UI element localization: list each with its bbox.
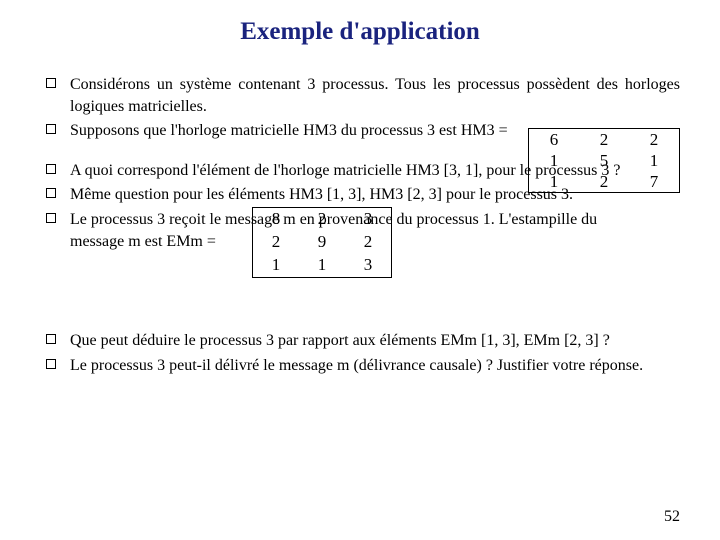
matrix-cell: 6 — [529, 129, 580, 151]
page-title: Exemple d'application — [40, 18, 680, 46]
square-bullet-icon — [46, 359, 56, 369]
square-bullet-icon — [46, 188, 56, 198]
bullet-block-3: Que peut déduire le processus 3 par rapp… — [40, 330, 680, 376]
list-item: Que peut déduire le processus 3 par rapp… — [40, 330, 680, 352]
page-number: 52 — [664, 508, 680, 526]
matrix-cell: 9 — [299, 231, 345, 254]
list-item: Le processus 3 reçoit le message m en pr… — [40, 209, 680, 304]
matrix-cell: 2 — [345, 231, 392, 254]
square-bullet-icon — [46, 213, 56, 223]
matrix-cell: 8 — [253, 207, 300, 230]
bullet-text: Supposons que l'horloge matricielle HM3 … — [70, 122, 508, 139]
matrix-cell: 2 — [299, 207, 345, 230]
matrix-cell: 1 — [253, 254, 300, 277]
bullet-text: message m est EMm = — [70, 233, 216, 250]
matrix-cell: 2 — [629, 129, 680, 151]
list-item: A quoi correspond l'élément de l'horloge… — [40, 160, 680, 182]
bullet-text: A quoi correspond l'élément de l'horloge… — [70, 162, 621, 179]
list-item: Considérons un système contenant 3 proce… — [40, 74, 680, 117]
matrix-cell: 2 — [579, 129, 629, 151]
bullet-text: Que peut déduire le processus 3 par rapp… — [70, 332, 610, 349]
bullet-text: Considérons un système contenant 3 proce… — [70, 76, 680, 115]
square-bullet-icon — [46, 334, 56, 344]
matrix-cell: 3 — [345, 207, 392, 230]
matrix-cell: 2 — [253, 231, 300, 254]
list-item: Le processus 3 peut-il délivré le messag… — [40, 355, 680, 377]
matrix-emm: 8 2 3 2 9 2 1 1 3 — [248, 207, 392, 278]
matrix-cell: 3 — [345, 254, 392, 277]
square-bullet-icon — [46, 164, 56, 174]
bullet-text: Le processus 3 peut-il délivré le messag… — [70, 357, 643, 374]
list-item: Même question pour les éléments HM3 [1, … — [40, 184, 680, 206]
matrix-cell: 1 — [299, 254, 345, 277]
bullet-text: Même question pour les éléments HM3 [1, … — [70, 186, 573, 203]
square-bullet-icon — [46, 124, 56, 134]
square-bullet-icon — [46, 78, 56, 88]
